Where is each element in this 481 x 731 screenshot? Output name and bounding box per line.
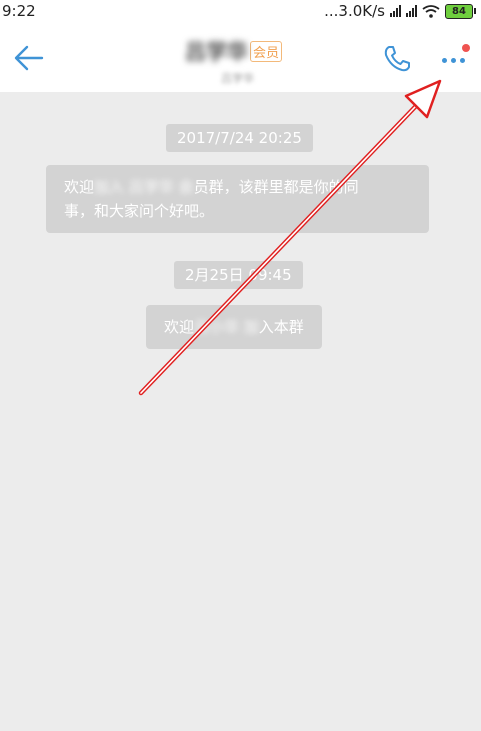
system-message-welcome-member: 欢迎吕小华 加入本群 [146, 305, 322, 349]
chat-header: 吕学华 会员 吕学华 [0, 22, 481, 92]
more-dots-icon [442, 58, 465, 63]
battery-icon: 84 [445, 3, 476, 19]
signal-icon-2 [406, 5, 417, 17]
call-button[interactable] [380, 42, 416, 78]
blurred-member-name: 吕小华 加 [194, 318, 259, 336]
network-speed: ...3.0K/s [324, 2, 385, 20]
chat-title-block[interactable]: 吕学华 会员 吕学华 [185, 36, 283, 86]
member-badge: 会员 [250, 40, 283, 62]
status-time: 9:22 [2, 2, 36, 20]
arrow-left-icon [14, 45, 44, 71]
system-message-welcome-group: 欢迎加入 吕学华 会员群，该群里都是你的同 事，和大家问个好吧。 [46, 165, 429, 233]
notification-dot [462, 44, 470, 52]
blurred-name: 加入 吕学华 会 [94, 178, 194, 196]
status-icons: ...3.0K/s 84 [324, 2, 476, 20]
status-bar: 9:22 ...3.0K/s 84 [0, 0, 481, 22]
group-title: 吕学华 [185, 40, 248, 64]
chat-area[interactable]: 2017/7/24 20:25 欢迎加入 吕学华 会员群，该群里都是你的同 事，… [0, 92, 481, 731]
more-options-button[interactable] [436, 40, 474, 76]
wifi-icon [422, 4, 440, 18]
back-button[interactable] [10, 40, 50, 76]
group-subtitle: 吕学华 [221, 72, 254, 85]
phone-icon [384, 46, 410, 72]
timestamp-2: 2月25日 09:45 [174, 261, 303, 289]
signal-icon [390, 5, 401, 17]
timestamp-1: 2017/7/24 20:25 [166, 124, 313, 152]
